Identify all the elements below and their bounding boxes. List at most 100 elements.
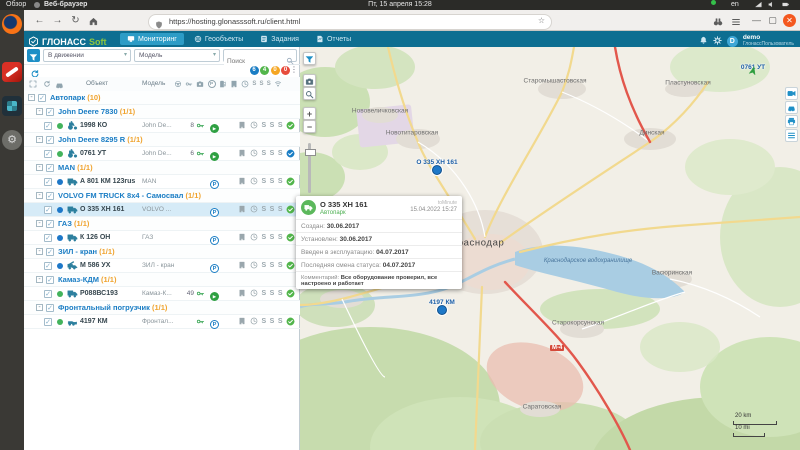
map-list-button[interactable] <box>785 129 798 142</box>
library-icon[interactable] <box>710 13 725 30</box>
marker-label[interactable]: О 335 ХН 161 <box>416 159 457 166</box>
column-icon-building[interactable] <box>230 80 238 88</box>
menu-hamburger-icon[interactable] <box>728 13 743 30</box>
row-checkbox[interactable]: ✓ <box>44 234 52 242</box>
group-checkbox[interactable]: ✓ <box>46 248 54 256</box>
nav-item-2[interactable]: Задания <box>253 33 306 45</box>
group-checkbox[interactable]: ✓ <box>46 164 54 172</box>
filter-button[interactable] <box>27 49 40 62</box>
expand-toggle[interactable]: - <box>36 276 43 283</box>
keyboard-layout[interactable]: en <box>731 0 739 10</box>
more-menu-icon[interactable]: ⋮ <box>290 65 298 74</box>
vehicle-plate[interactable]: А 801 КМ 123rus <box>80 178 142 185</box>
map-camera-button[interactable] <box>303 74 316 87</box>
os-clock[interactable]: Пт, 15 апреля 15:28 <box>350 0 450 10</box>
user-avatar[interactable]: D <box>727 36 738 47</box>
model-filter-select[interactable]: Модель ▾ <box>134 49 220 62</box>
group-name[interactable]: ЗИЛ - кран (1/1) <box>58 247 115 256</box>
notifications-bell-icon[interactable] <box>699 32 708 50</box>
nav-item-3[interactable]: Отчеты <box>309 33 358 45</box>
column-icon-camera[interactable] <box>196 80 204 88</box>
vehicle-row[interactable]: ✓М 586 УХЗИЛ - кранPSSS <box>24 259 300 273</box>
expand-toggle[interactable]: - <box>36 136 43 143</box>
expand-toggle[interactable]: - <box>36 192 43 199</box>
group-checkbox[interactable]: ✓ <box>46 192 54 200</box>
vehicle-row[interactable]: ✓4197 КМФронтал...PSSS <box>24 315 300 329</box>
vehicle-row[interactable]: ✓1998 КОJohn De...8▶SSS <box>24 119 300 133</box>
window-maximize-button[interactable]: ▢ <box>766 14 779 27</box>
expand-toggle[interactable]: - <box>36 164 43 171</box>
vehicle-row[interactable]: ✓0761 УТJohn De...6▶SSS <box>24 147 300 161</box>
window-close-button[interactable]: ✕ <box>783 14 796 27</box>
group-checkbox[interactable]: ✓ <box>46 276 54 284</box>
row-checkbox[interactable]: ✓ <box>44 290 52 298</box>
expand-toggle[interactable]: - <box>28 94 35 101</box>
marker-label[interactable]: 4197 КМ <box>429 299 455 306</box>
column-object[interactable]: Объект <box>86 80 108 87</box>
column-icon-sat[interactable]: S <box>267 80 271 87</box>
expand-toggle[interactable]: - <box>36 108 43 115</box>
expand-toggle[interactable]: - <box>36 304 43 311</box>
row-checkbox[interactable]: ✓ <box>44 262 52 270</box>
current-app-name[interactable]: Веб-браузер <box>44 0 87 10</box>
site-security-icon[interactable] <box>155 17 163 35</box>
column-icon-signal[interactable] <box>274 80 282 88</box>
refresh-icon[interactable] <box>43 80 51 88</box>
nav-item-1[interactable]: Геообъекты <box>187 33 250 45</box>
column-icon-parking[interactable]: P <box>208 80 216 89</box>
column-icon-fuel[interactable] <box>219 80 227 88</box>
settings-gear-icon[interactable] <box>713 32 722 50</box>
zoom-out-button[interactable]: − <box>303 120 316 133</box>
group-checkbox[interactable]: ✓ <box>46 136 54 144</box>
group-name[interactable]: Фронтальный погрузчик (1/1) <box>58 303 167 312</box>
user-info[interactable]: demo ГлонассПользователь <box>743 35 794 47</box>
vehicle-row[interactable]: ✓Р088ВС193Камаз-К...49▶SSS <box>24 287 300 301</box>
vehicle-plate[interactable]: Р088ВС193 <box>80 290 142 297</box>
status-counter-2[interactable]: 0 <box>271 66 280 75</box>
volume-icon[interactable] <box>768 0 775 10</box>
expand-all-icon[interactable] <box>29 80 37 88</box>
column-model[interactable]: Модель <box>142 80 165 87</box>
group-name[interactable]: MAN (1/1) <box>58 163 93 172</box>
group-name[interactable]: ГАЗ (1/1) <box>58 219 89 228</box>
url-text[interactable]: https://hosting.glonasssoft.ru/client.ht… <box>169 15 300 28</box>
vehicle-plate[interactable]: К 126 ОН <box>80 234 142 241</box>
group-name[interactable]: John Deere 8295 R (1/1) <box>58 135 143 144</box>
vehicle-plate[interactable]: 0761 УТ <box>80 150 142 157</box>
group-name[interactable]: VOLVO FM TRUCK 8х4 - Самосвал (1/1) <box>58 191 201 200</box>
vehicle-row[interactable]: ✓А 801 КМ 123rusMANPSSS <box>24 175 300 189</box>
battery-icon[interactable] <box>782 0 789 10</box>
home-button[interactable] <box>86 13 101 29</box>
group-checkbox[interactable]: ✓ <box>46 108 54 116</box>
vehicle-row[interactable]: ✓О 335 ХН 161VOLVO ...PSSS <box>24 203 300 217</box>
group-checkbox[interactable]: ✓ <box>46 304 54 312</box>
row-checkbox[interactable]: ✓ <box>44 318 52 326</box>
vehicle-marker[interactable]: 4197 КМ <box>437 305 447 315</box>
row-checkbox[interactable]: ✓ <box>44 122 52 130</box>
nav-item-0[interactable]: Мониторинг <box>120 33 184 45</box>
brand-logo[interactable]: ГЛОНАССSoft <box>28 33 106 51</box>
car-icon[interactable] <box>55 80 64 89</box>
back-button[interactable]: ← <box>32 13 47 28</box>
expand-toggle[interactable]: - <box>36 248 43 255</box>
vehicle-plate[interactable]: 1998 КО <box>80 122 142 129</box>
network-icon[interactable] <box>755 0 762 10</box>
row-checkbox[interactable]: ✓ <box>44 206 52 214</box>
window-minimize-button[interactable]: — <box>750 14 763 27</box>
zoom-slider-handle[interactable] <box>305 149 316 156</box>
vehicle-row[interactable]: ✓К 126 ОНГАЗPSSS <box>24 231 300 245</box>
row-checkbox[interactable]: ✓ <box>44 150 52 158</box>
zoom-slider[interactable] <box>308 143 311 193</box>
fleet-root-row[interactable]: -✓Автопарк (10) <box>24 91 300 105</box>
fleet-name[interactable]: Автопарк (10) <box>50 93 101 102</box>
vehicle-plate[interactable]: 4197 КМ <box>80 318 142 325</box>
group-name[interactable]: Камаз-КДМ (1/1) <box>58 275 116 284</box>
row-checkbox[interactable]: ✓ <box>44 178 52 186</box>
url-bar[interactable]: https://hosting.glonasssoft.ru/client.ht… <box>148 14 552 30</box>
activities-button[interactable]: Обзор <box>6 0 26 10</box>
forward-button[interactable]: → <box>50 13 65 28</box>
map-search-button[interactable] <box>303 87 316 100</box>
column-icon-clock[interactable] <box>241 80 249 88</box>
vehicle-marker[interactable]: О 335 ХН 161 <box>432 165 442 175</box>
popup-title[interactable]: О 335 ХН 161 <box>320 200 368 209</box>
